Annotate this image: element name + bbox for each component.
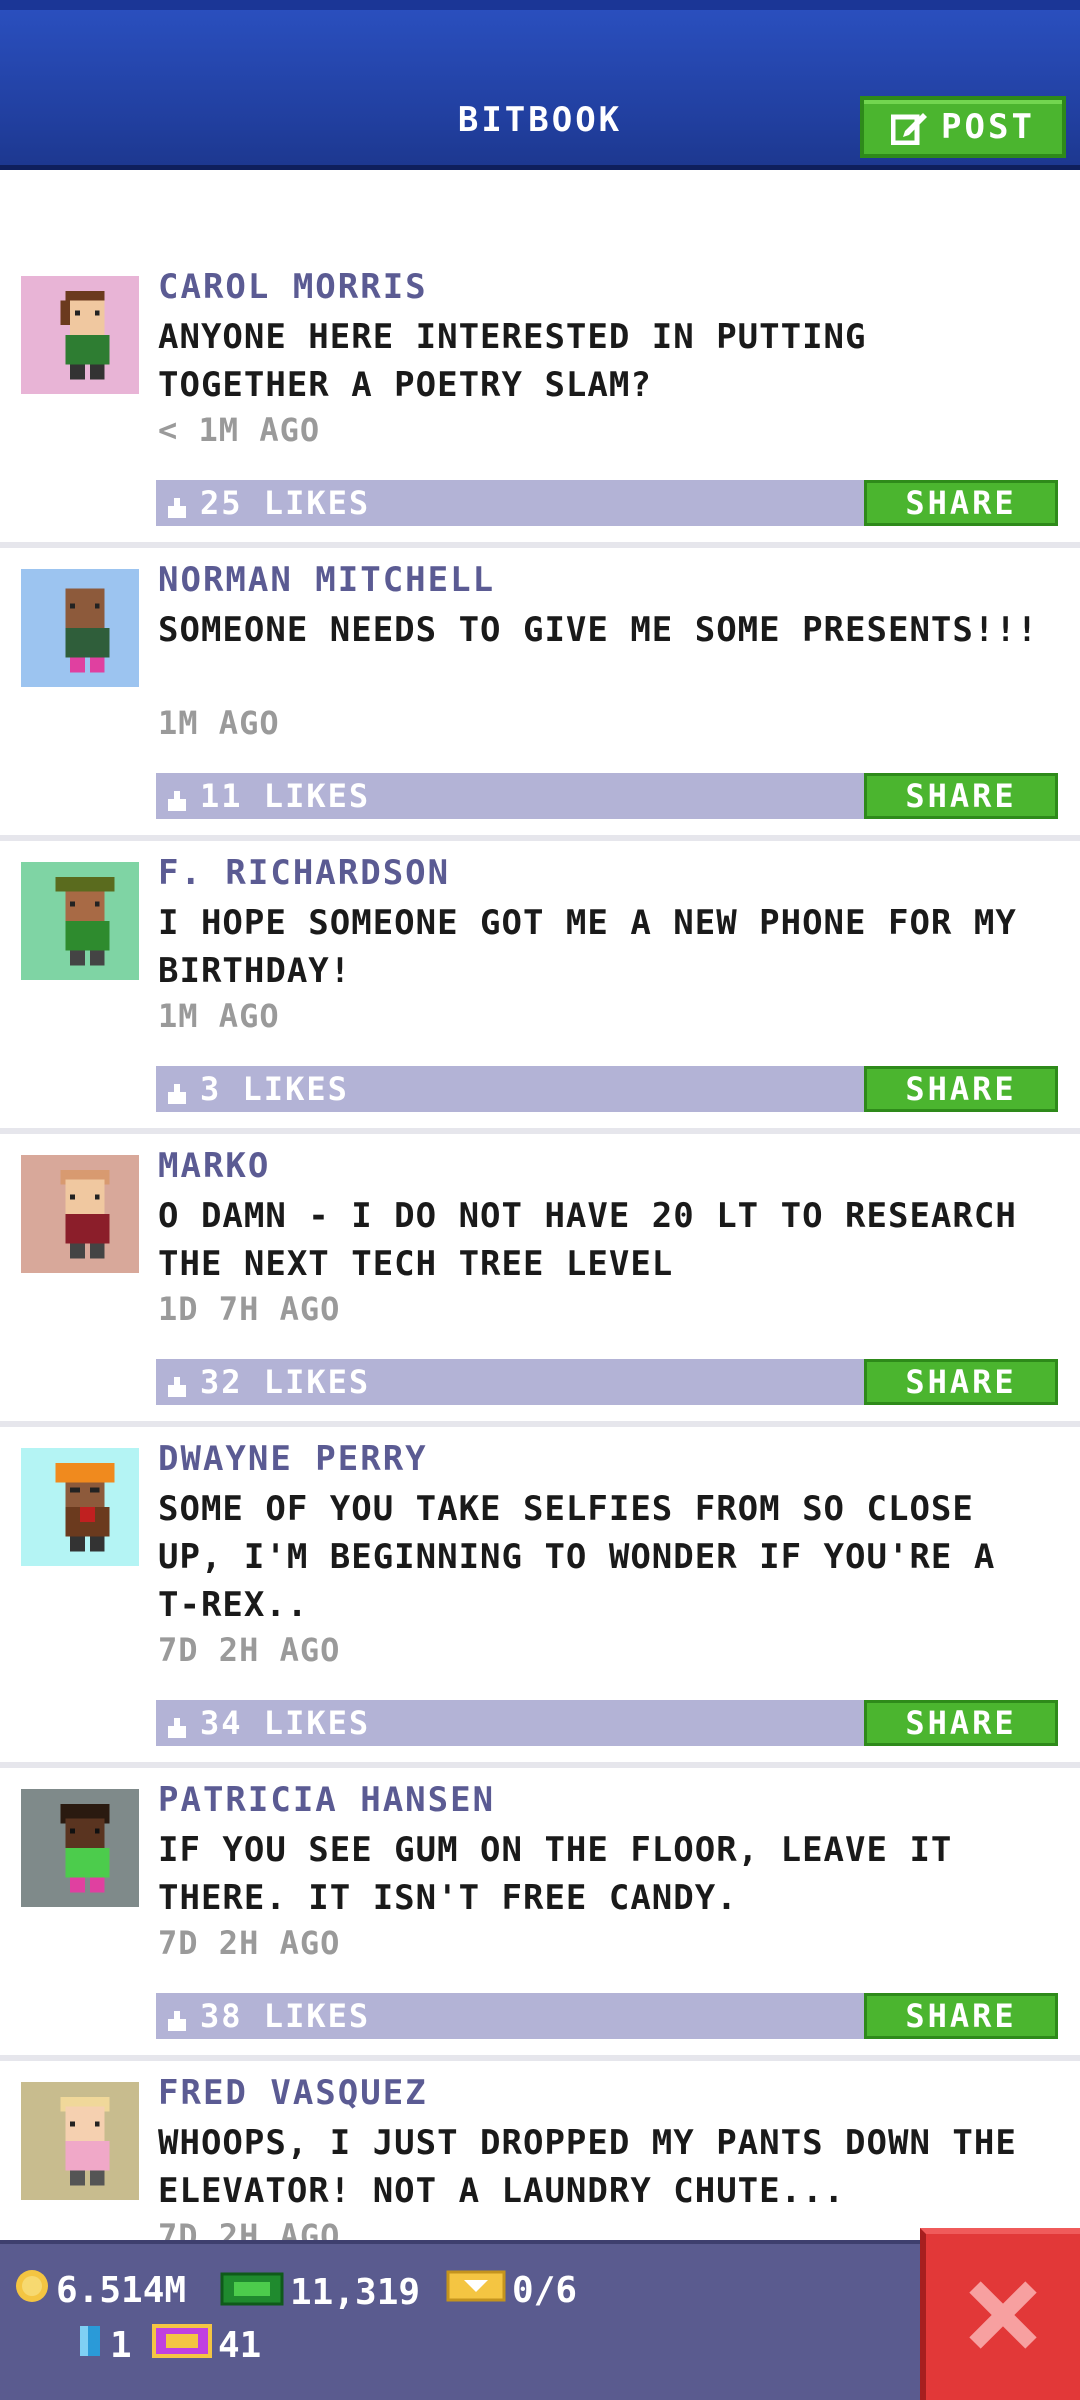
list-item: NORMAN MITCHELL SOMEONE NEEDS TO GIVE ME… (0, 548, 1080, 841)
post-author[interactable]: MARKO (158, 1146, 270, 1186)
like-bar[interactable]: 11 LIKES (156, 773, 864, 819)
thumbs-up-icon (164, 1710, 190, 1738)
avatar[interactable] (21, 2082, 139, 2200)
status-strip (0, 0, 1080, 10)
thumbs-up-icon (164, 1076, 190, 1104)
post-message: O DAMN - I DO NOT HAVE 20 LT TO RESEARCH… (158, 1196, 1017, 1284)
post-button[interactable]: POST (860, 96, 1066, 158)
post-time: 7D 2H AGO (158, 1924, 341, 1962)
post-time: 7D 2H AGO (158, 2217, 341, 2240)
thumbs-up-icon (164, 2003, 190, 2031)
avatar[interactable] (21, 1155, 139, 1273)
bux-stat: 11,319 (220, 2268, 420, 2317)
share-button[interactable]: SHARE (864, 1993, 1058, 2039)
vip-stat: 41 (152, 2322, 261, 2369)
tickets-stat: 0/6 (446, 2268, 577, 2313)
like-count: 32 LIKES (200, 1363, 371, 1401)
post-time: 7D 2H AGO (158, 1631, 341, 1669)
vip-ticket-icon (152, 2322, 212, 2369)
share-button[interactable]: SHARE (864, 1700, 1058, 1746)
cash-icon (220, 2268, 284, 2317)
avatar[interactable] (21, 569, 139, 687)
thumbs-up-icon (164, 783, 190, 811)
avatar[interactable] (21, 1789, 139, 1907)
items-value: 1 (110, 2325, 132, 2366)
like-count: 25 LIKES (200, 484, 371, 522)
coins-stat: 6.514M (14, 2268, 186, 2313)
like-bar[interactable]: 38 LIKES (156, 1993, 864, 2039)
like-bar[interactable]: 32 LIKES (156, 1359, 864, 1405)
like-bar[interactable]: 25 LIKES (156, 480, 864, 526)
post-time: < 1M AGO (158, 411, 321, 449)
avatar[interactable] (21, 276, 139, 394)
post-message: WHOOPS, I JUST DROPPED MY PANTS DOWN THE… (158, 2123, 1017, 2211)
thumbs-up-icon (164, 1369, 190, 1397)
list-item: CAROL MORRIS ANYONE HERE INTERESTED IN P… (0, 175, 1080, 548)
list-item: MARKO O DAMN - I DO NOT HAVE 20 LT TO RE… (0, 1134, 1080, 1427)
post-time: 1M AGO (158, 704, 280, 742)
list-item: FRED VASQUEZ WHOOPS, I JUST DROPPED MY P… (0, 2061, 1080, 2240)
list-item: F. RICHARDSON I HOPE SOMEONE GOT ME A NE… (0, 841, 1080, 1134)
share-button[interactable]: SHARE (864, 480, 1058, 526)
avatar[interactable] (21, 1448, 139, 1566)
battery-icon (76, 2322, 104, 2369)
coins-value: 6.514M (56, 2270, 187, 2311)
post-author[interactable]: F. RICHARDSON (158, 853, 450, 893)
post-message: IF YOU SEE GUM ON THE FLOOR, LEAVE IT TH… (158, 1830, 953, 1918)
post-message: I HOPE SOMEONE GOT ME A NEW PHONE FOR MY… (158, 903, 1017, 991)
post-time: 1M AGO (158, 997, 280, 1035)
pencil-square-icon (890, 109, 928, 146)
share-button[interactable]: SHARE (864, 773, 1058, 819)
post-message: SOME OF YOU TAKE SELFIES FROM SO CLOSE U… (158, 1489, 996, 1625)
close-x-icon (965, 2277, 1041, 2357)
share-button[interactable]: SHARE (864, 1066, 1058, 1112)
items-stat: 1 (76, 2322, 132, 2369)
like-count: 38 LIKES (200, 1997, 371, 2035)
like-count: 34 LIKES (200, 1704, 371, 1742)
post-author[interactable]: CAROL MORRIS (158, 267, 428, 307)
post-author[interactable]: DWAYNE PERRY (158, 1439, 428, 1479)
currency-bar: 6.514M 11,319 0/6 1 41 (0, 2240, 1080, 2400)
tickets-value: 0/6 (512, 2270, 578, 2311)
list-item: DWAYNE PERRY SOME OF YOU TAKE SELFIES FR… (0, 1427, 1080, 1768)
like-bar[interactable]: 3 LIKES (156, 1066, 864, 1112)
like-count: 3 LIKES (200, 1070, 349, 1108)
feed-list[interactable]: CAROL MORRIS ANYONE HERE INTERESTED IN P… (0, 175, 1080, 2240)
post-message: ANYONE HERE INTERESTED IN PUTTING TOGETH… (158, 317, 867, 405)
post-author[interactable]: NORMAN MITCHELL (158, 560, 495, 600)
share-button[interactable]: SHARE (864, 1359, 1058, 1405)
coin-icon (14, 2268, 50, 2313)
app-header: BITBOOK POST (0, 0, 1080, 170)
thumbs-up-icon (164, 490, 190, 518)
post-button-label: POST (941, 107, 1035, 147)
like-count: 11 LIKES (200, 777, 371, 815)
post-message: SOMEONE NEEDS TO GIVE ME SOME PRESENTS!!… (158, 610, 1039, 650)
ticket-icon (446, 2268, 506, 2313)
post-author[interactable]: FRED VASQUEZ (158, 2073, 428, 2113)
bux-value: 11,319 (290, 2272, 421, 2313)
vip-value: 41 (218, 2325, 262, 2366)
post-author[interactable]: PATRICIA HANSEN (158, 1780, 495, 1820)
list-item: PATRICIA HANSEN IF YOU SEE GUM ON THE FL… (0, 1768, 1080, 2061)
close-button[interactable] (920, 2228, 1080, 2400)
post-time: 1D 7H AGO (158, 1290, 341, 1328)
like-bar[interactable]: 34 LIKES (156, 1700, 864, 1746)
avatar[interactable] (21, 862, 139, 980)
